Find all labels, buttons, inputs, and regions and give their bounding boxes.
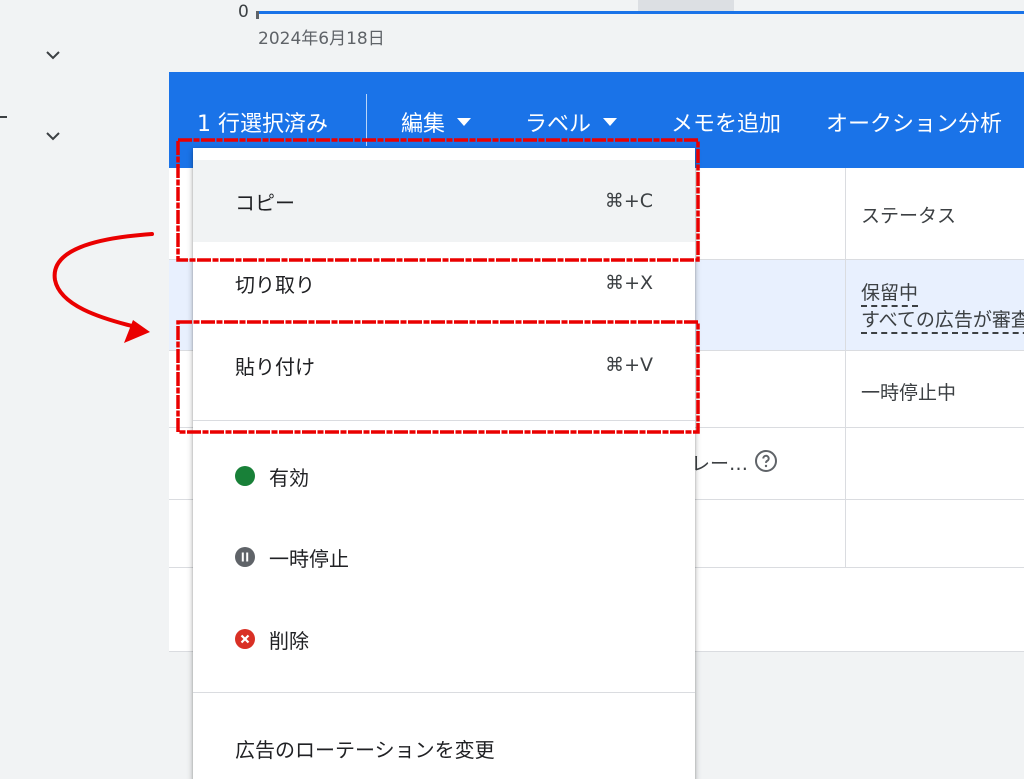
divider — [0, 116, 7, 118]
menu-item-paste[interactable]: 貼り付け ⌘+V — [193, 324, 695, 406]
menu-item-remove[interactable]: 削除 — [193, 598, 695, 680]
truncated-cell-text: レー… — [691, 453, 749, 475]
context-menu: コピー ⌘+C 切り取り ⌘+X 貼り付け ⌘+V 有効 一時停止 削除 広告の… — [193, 148, 695, 779]
menu-divider — [193, 420, 695, 421]
enabled-dot-icon — [235, 466, 255, 486]
status-cell[interactable]: 保留中 — [861, 278, 919, 307]
menu-item-label: 切り取り — [235, 272, 315, 297]
status-value[interactable]: 保留中 — [861, 282, 919, 307]
edit-menu-button[interactable]: 編集 — [401, 106, 472, 138]
shortcut-label: ⌘+X — [605, 272, 653, 294]
chart-x-date-label: 2024年6月18日 — [258, 29, 385, 49]
edit-label: 編集 — [401, 112, 446, 137]
chevron-down-icon[interactable] — [42, 44, 64, 66]
menu-divider — [193, 692, 695, 693]
auction-insights-button[interactable]: オークション分析 — [826, 106, 1002, 138]
status-column-header[interactable]: ステータス — [861, 201, 956, 228]
menu-item-label: 削除 — [269, 628, 309, 653]
pause-circle-icon — [235, 547, 255, 567]
menu-item-change-rotation[interactable]: 広告のローテーションを変更 — [193, 707, 695, 779]
caret-down-icon — [457, 118, 472, 126]
status-cell: 一時停止中 — [861, 382, 957, 404]
shortcut-label: ⌘+C — [604, 190, 653, 212]
chevron-down-icon[interactable] — [42, 125, 64, 147]
chart-y-zero-label: 0 — [238, 2, 249, 22]
chart-bar — [638, 0, 734, 11]
remove-circle-icon — [235, 629, 255, 649]
menu-item-pause[interactable]: 一時停止 — [193, 516, 695, 598]
menu-item-enable[interactable]: 有効 — [193, 435, 695, 517]
column-divider — [845, 168, 846, 568]
annotation-arrow-icon — [52, 232, 154, 330]
status-detail: すべての広告が審査中 — [861, 309, 1024, 334]
status-detail-cell: すべての広告が審査中 — [861, 305, 1024, 334]
menu-item-label: 有効 — [269, 465, 309, 490]
menu-item-label: 広告のローテーションを変更 — [235, 737, 495, 762]
shortcut-label: ⌘+V — [605, 354, 653, 376]
menu-item-label: 一時停止 — [269, 546, 349, 571]
chart-axis-tick — [256, 11, 259, 19]
annotation-arrowhead-icon — [124, 320, 150, 343]
selected-count: 1 行選択済み — [197, 112, 328, 137]
menu-item-cut[interactable]: 切り取り ⌘+X — [193, 242, 695, 324]
menu-item-label: コピー — [235, 190, 295, 215]
chart-line — [257, 11, 1024, 14]
toolbar-divider — [366, 94, 367, 146]
label-label: ラベル — [525, 112, 592, 137]
menu-item-copy[interactable]: コピー ⌘+C — [193, 160, 695, 242]
menu-item-label: 貼り付け — [235, 354, 315, 379]
caret-down-icon — [603, 118, 618, 126]
label-menu-button[interactable]: ラベル — [525, 106, 618, 138]
add-note-button[interactable]: メモを追加 — [671, 106, 781, 138]
help-icon[interactable] — [754, 449, 778, 473]
